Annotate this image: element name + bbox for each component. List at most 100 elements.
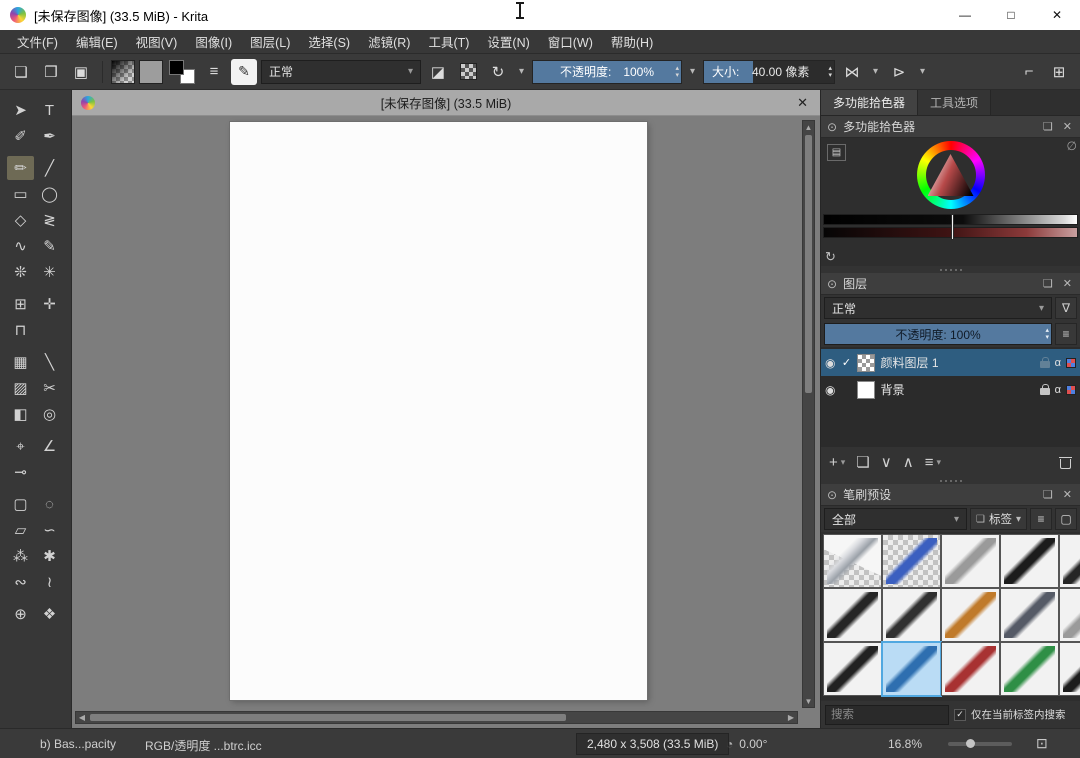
tool-icon[interactable]: ✎ [36, 234, 63, 258]
brush-search-input[interactable] [825, 705, 949, 725]
color-selector-header[interactable]: ⊙ 多功能拾色器 ❏ ✕ [821, 116, 1080, 138]
brush-settings-button[interactable]: ≡ [201, 59, 227, 85]
layer-row-paint-layer[interactable]: ◉ ✓ 颜料图层 1 α [821, 349, 1080, 376]
preserve-alpha-button[interactable] [455, 59, 481, 85]
scroll-up-icon[interactable]: ▲ [803, 121, 814, 133]
brush-editor-button[interactable]: ✎ [231, 59, 257, 85]
tool-icon[interactable]: T [36, 98, 63, 122]
tool-icon[interactable]: ⌖ [7, 434, 34, 458]
tool-icon[interactable]: ✛ [36, 292, 63, 316]
brush-preset-tile[interactable] [883, 535, 940, 587]
docker-tab[interactable]: 多功能拾色器 [821, 90, 918, 115]
tool-icon[interactable]: ≀ [36, 570, 63, 594]
color-selector-settings-button[interactable]: ▤ [827, 144, 846, 161]
new-document-button[interactable]: ❏ [8, 59, 34, 85]
layer-opacity-spinner[interactable]: ▴▾ [1045, 324, 1049, 344]
horizontal-scrollbar[interactable]: ◀ ▶ [75, 711, 798, 724]
layers-header[interactable]: ⊙ 图层 ❏ ✕ [821, 273, 1080, 295]
close-button[interactable]: ✕ [1034, 0, 1080, 30]
mirror-horizontal-caret-icon[interactable]: ▾ [869, 59, 882, 85]
brush-filter-dropdown[interactable]: 全部 ▾ [824, 508, 967, 530]
brush-preset-tile[interactable] [1060, 535, 1080, 587]
vertical-scroll-thumb[interactable] [805, 135, 812, 393]
brush-preset-tile[interactable] [1001, 535, 1058, 587]
brush-preset-tile[interactable] [1060, 589, 1080, 641]
opacity-caret-icon[interactable]: ▾ [686, 59, 699, 85]
opacity-slider[interactable]: 不透明度: 100% ▴▾ [532, 60, 682, 84]
opacity-spinner[interactable]: ▴▾ [675, 61, 679, 83]
layer-row-background[interactable]: ◉ 背景 α [821, 376, 1080, 403]
add-layer-button[interactable]: + [829, 454, 838, 471]
tool-icon[interactable]: ✳ [36, 260, 63, 284]
tool-icon[interactable]: ➤ [7, 98, 34, 122]
canvas-page[interactable] [230, 122, 647, 700]
tool-icon[interactable]: ∽ [36, 518, 63, 542]
tool-icon[interactable]: ✒ [36, 124, 63, 148]
menu-item[interactable]: 帮助(H) [602, 32, 662, 51]
current-brush-name[interactable]: b) Bas...pacity [40, 737, 116, 751]
layer-list-menu-button[interactable]: ≡ [1055, 323, 1077, 345]
menu-item[interactable]: 视图(V) [127, 32, 187, 51]
tool-icon[interactable]: ╲ [36, 350, 63, 374]
reload-preset-button[interactable]: ↻ [485, 59, 511, 85]
scroll-right-icon[interactable]: ▶ [785, 712, 797, 723]
zoom-slider[interactable] [948, 742, 1012, 746]
layer-properties-button[interactable]: ≡ [925, 454, 934, 471]
zoom-slider-knob[interactable] [966, 739, 975, 748]
foreground-background-colors[interactable] [167, 59, 197, 85]
brush-preset-tile[interactable] [824, 589, 881, 641]
tool-icon[interactable]: ▭ [7, 182, 34, 206]
tool-icon[interactable]: ❊ [7, 260, 34, 284]
docker-tab[interactable]: 工具选项 [918, 90, 991, 115]
float-docker-icon[interactable]: ❏ [1041, 488, 1055, 501]
size-spinner[interactable]: ▴▾ [828, 61, 832, 83]
tool-icon[interactable]: ◌ [36, 492, 63, 516]
menu-item[interactable]: 设置(N) [478, 32, 538, 51]
brush-preset-tile[interactable] [883, 589, 940, 641]
brush-preset-tile[interactable] [1001, 589, 1058, 641]
open-button[interactable]: ❒ [38, 59, 64, 85]
search-scope-checkbox[interactable]: ✓ [954, 709, 966, 721]
pattern-swatch[interactable] [139, 60, 163, 84]
no-color-icon[interactable]: ∅ [1067, 139, 1077, 153]
tool-icon[interactable]: ▱ [7, 518, 34, 542]
tool-icon[interactable]: ▨ [7, 376, 34, 400]
size-slider[interactable]: 大小: 40.00 像素 ▴▾ [703, 60, 835, 84]
menu-item[interactable]: 滤镜(R) [359, 32, 419, 51]
layer-name[interactable]: 背景 [880, 381, 1034, 398]
scroll-down-icon[interactable]: ▼ [803, 695, 814, 707]
mirror-horizontal-button[interactable]: ⋈ [839, 59, 865, 85]
foreground-color-swatch[interactable] [169, 60, 184, 75]
tool-icon[interactable]: ∾ [7, 570, 34, 594]
tool-icon[interactable]: ⊞ [7, 292, 34, 316]
close-docker-icon[interactable]: ✕ [1061, 488, 1074, 501]
layer-filter-button[interactable]: ∇ [1055, 297, 1077, 319]
list-view-button[interactable]: ≡ [1030, 508, 1052, 530]
brush-preset-tile[interactable] [1060, 643, 1080, 695]
tool-icon[interactable]: ▢ [7, 492, 34, 516]
tool-icon[interactable]: ◯ [36, 182, 63, 206]
layer-lock-icon[interactable] [1040, 361, 1050, 368]
docker-resize-grip[interactable] [821, 266, 1080, 273]
tool-icon[interactable]: ✐ [7, 124, 34, 148]
move-layer-down-button[interactable]: ∨ [881, 453, 892, 471]
float-docker-icon[interactable]: ❏ [1041, 120, 1055, 133]
color-profile[interactable]: RGB/透明度 ...btrc.icc [145, 737, 262, 754]
move-layer-up-button[interactable]: ∧ [903, 453, 914, 471]
tool-icon[interactable]: ◇ [7, 208, 34, 232]
tool-icon[interactable]: ∿ [7, 234, 34, 258]
mirror-vertical-caret-icon[interactable]: ▾ [916, 59, 929, 85]
tool-icon[interactable]: ╱ [36, 156, 63, 180]
tool-icon[interactable]: ≷ [36, 208, 63, 232]
blend-mode-dropdown[interactable]: 正常 ▾ [261, 60, 421, 84]
delete-layer-button[interactable] [1059, 456, 1072, 469]
tool-icon[interactable]: ⊕ [7, 602, 34, 626]
refresh-icon[interactable]: ↻ [825, 249, 836, 265]
brush-presets-header[interactable]: ⊙ 笔刷预设 ❏ ✕ [821, 484, 1080, 506]
eraser-mode-button[interactable]: ◪ [425, 59, 451, 85]
menu-item[interactable]: 图层(L) [241, 32, 299, 51]
layer-alpha-icon[interactable]: α [1055, 357, 1061, 369]
brush-preset-tile[interactable] [942, 535, 999, 587]
tool-icon[interactable]: ⊓ [7, 318, 34, 342]
tool-icon[interactable]: ✂ [36, 376, 63, 400]
